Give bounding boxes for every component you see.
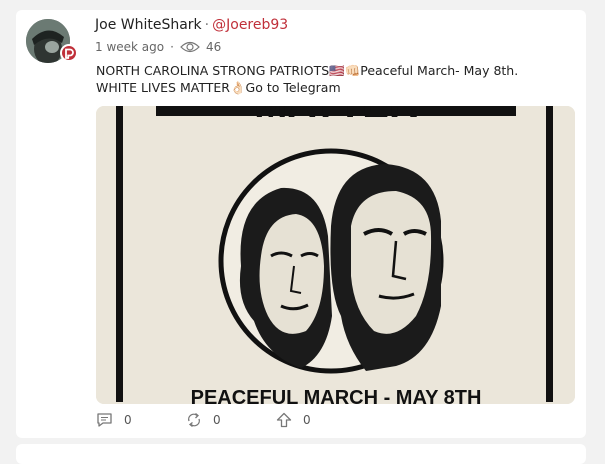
echo-icon xyxy=(188,412,200,428)
upvote-icon xyxy=(276,412,292,428)
next-post-card xyxy=(16,444,586,464)
author-name[interactable]: Joe WhiteShark xyxy=(95,17,202,33)
author-row: Joe WhiteShark · @Joereb93 xyxy=(95,17,288,33)
echo-button[interactable]: 0 xyxy=(186,412,276,428)
post-time: 1 week ago xyxy=(95,40,165,54)
upvote-count: 0 xyxy=(303,413,311,427)
post-meta: 1 week ago · 46 xyxy=(95,40,221,54)
upvote-button[interactable]: 0 xyxy=(276,412,366,428)
post-card: Joe WhiteShark · @Joereb93 1 week ago · 46… xyxy=(16,10,586,438)
parler-badge-icon xyxy=(60,44,78,62)
flyer-bottom-text: PEACEFUL MARCH - MAY 8TH xyxy=(191,387,482,404)
meta-separator: · xyxy=(170,40,174,54)
post-text-line-2: WHITE LIVES MATTER👌🏻Go to Telegram xyxy=(96,80,341,95)
author-handle[interactable]: @Joereb93 xyxy=(212,17,288,33)
echo-count: 0 xyxy=(213,413,221,427)
comment-count: 0 xyxy=(124,413,132,427)
flyer-top-text: MATTER xyxy=(254,106,418,126)
comment-icon xyxy=(97,413,112,427)
eye-icon xyxy=(180,41,200,53)
post-text-line-1: NORTH CAROLINA STRONG PATRIOTS🇺🇸👊🏻Peacef… xyxy=(96,63,519,78)
view-count: 46 xyxy=(205,40,222,54)
name-separator: · xyxy=(204,17,210,33)
post-body: NORTH CAROLINA STRONG PATRIOTS🇺🇸👊🏻Peacef… xyxy=(96,62,566,96)
flyer-graphic: MATTER PEACEFUL MARCH - MAY 8TH xyxy=(96,106,575,404)
comment-button[interactable]: 0 xyxy=(96,412,186,428)
post-actions: 0 0 0 xyxy=(96,412,366,428)
post-image[interactable]: MATTER PEACEFUL MARCH - MAY 8TH xyxy=(96,106,575,404)
